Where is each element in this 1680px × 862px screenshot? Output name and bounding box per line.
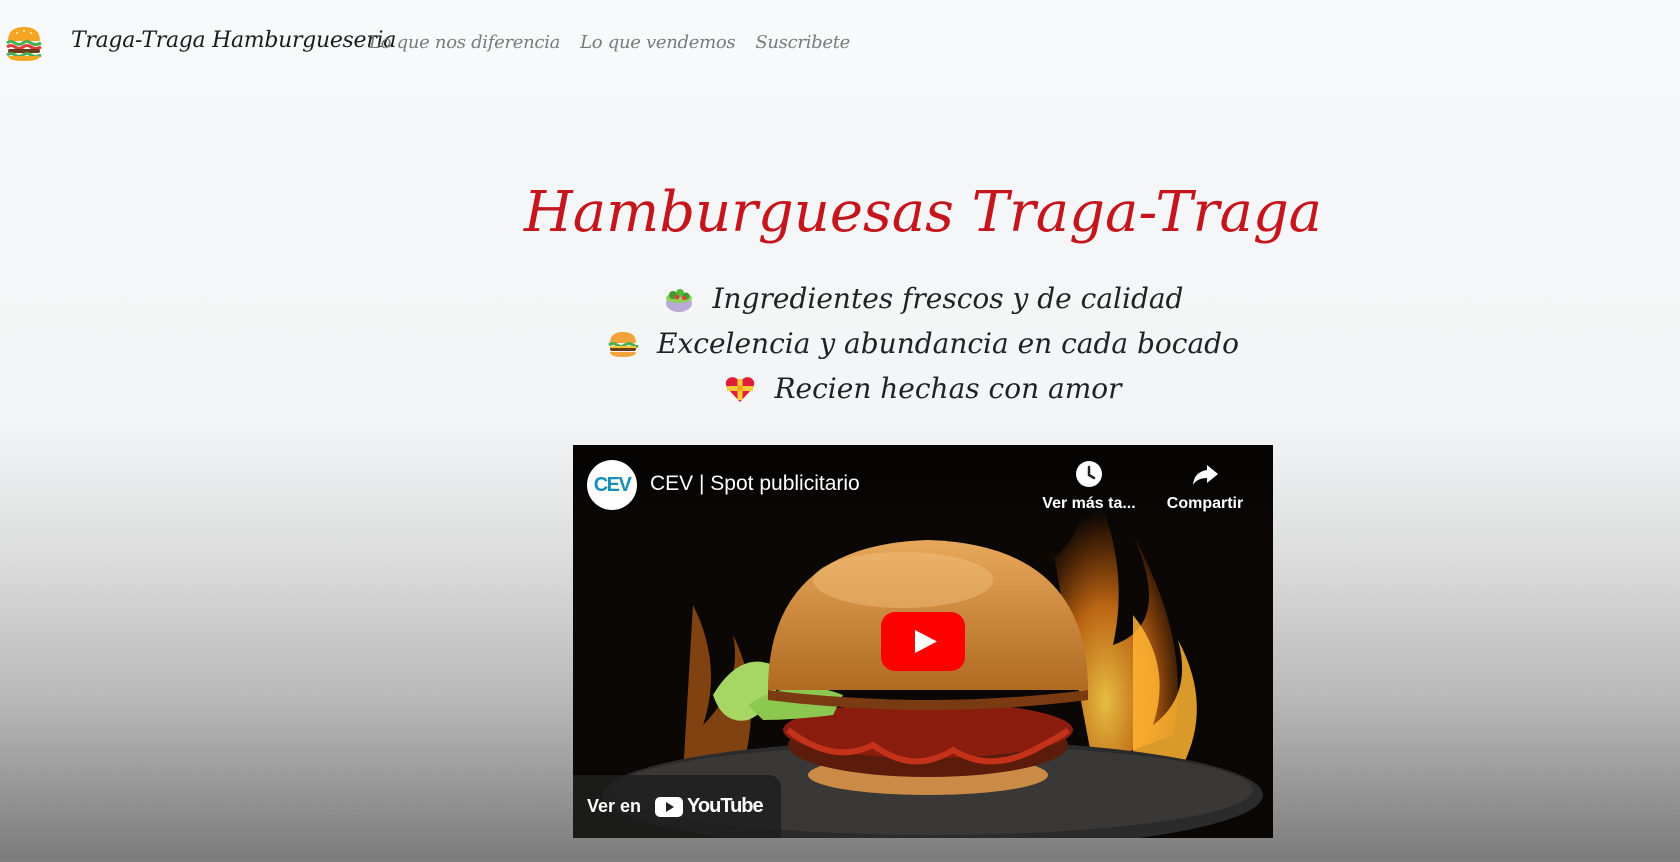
feature-text: Excelencia y abundancia en cada bocado (657, 327, 1239, 360)
feature-text: Ingredientes frescos y de calidad (712, 282, 1184, 315)
navbar: Traga-Traga Hamburgueseria Lo que nos di… (0, 0, 1680, 96)
feature-item: Excelencia y abundancia en cada bocado (0, 321, 1680, 366)
salad-icon (665, 288, 692, 312)
youtube-play-icon (655, 796, 684, 817)
youtube-logo-text: YouTube (687, 795, 764, 817)
share-button[interactable]: Compartir (1160, 459, 1250, 513)
watch-later-label: Ver más ta... (1042, 495, 1136, 512)
channel-avatar[interactable]: CEV (587, 460, 637, 510)
nav-links: Lo que nos diferencia Lo que vendemos Su… (369, 32, 850, 53)
hero-title: Hamburguesas Traga-Traga (523, 180, 1323, 245)
video-title[interactable]: CEV | Spot publicitario (650, 472, 860, 496)
feature-item: Recien hechas con amor (0, 366, 1680, 411)
feature-item: Ingredientes frescos y de calidad (0, 276, 1680, 321)
feature-text: Recien hechas con amor (774, 372, 1122, 405)
youtube-logo: YouTube (655, 795, 764, 818)
nav-link-diferencia[interactable]: Lo que nos diferencia (369, 32, 560, 53)
nav-link-suscribete[interactable]: Suscribete (755, 32, 850, 53)
share-icon (1193, 465, 1218, 485)
watch-on-label: Ver en (587, 796, 642, 816)
youtube-video-embed[interactable]: CEV CEV | Spot publicitario Ver más ta..… (573, 445, 1273, 838)
brand-name[interactable]: Traga-Traga Hamburgueseria (71, 28, 396, 53)
burger-icon[interactable] (5, 24, 43, 62)
features-list: Ingredientes frescos y de calidad Excele… (0, 276, 1680, 411)
nav-link-vendemos[interactable]: Lo que vendemos (580, 32, 736, 53)
play-button[interactable] (881, 612, 965, 671)
share-label: Compartir (1166, 495, 1244, 512)
clock-icon (1076, 461, 1102, 487)
watch-later-button[interactable]: Ver más ta... (1039, 459, 1139, 513)
burger-icon (608, 331, 639, 357)
watch-on-youtube-button[interactable]: Ver en YouTube (573, 775, 781, 838)
heart-ribbon-icon (726, 376, 755, 402)
